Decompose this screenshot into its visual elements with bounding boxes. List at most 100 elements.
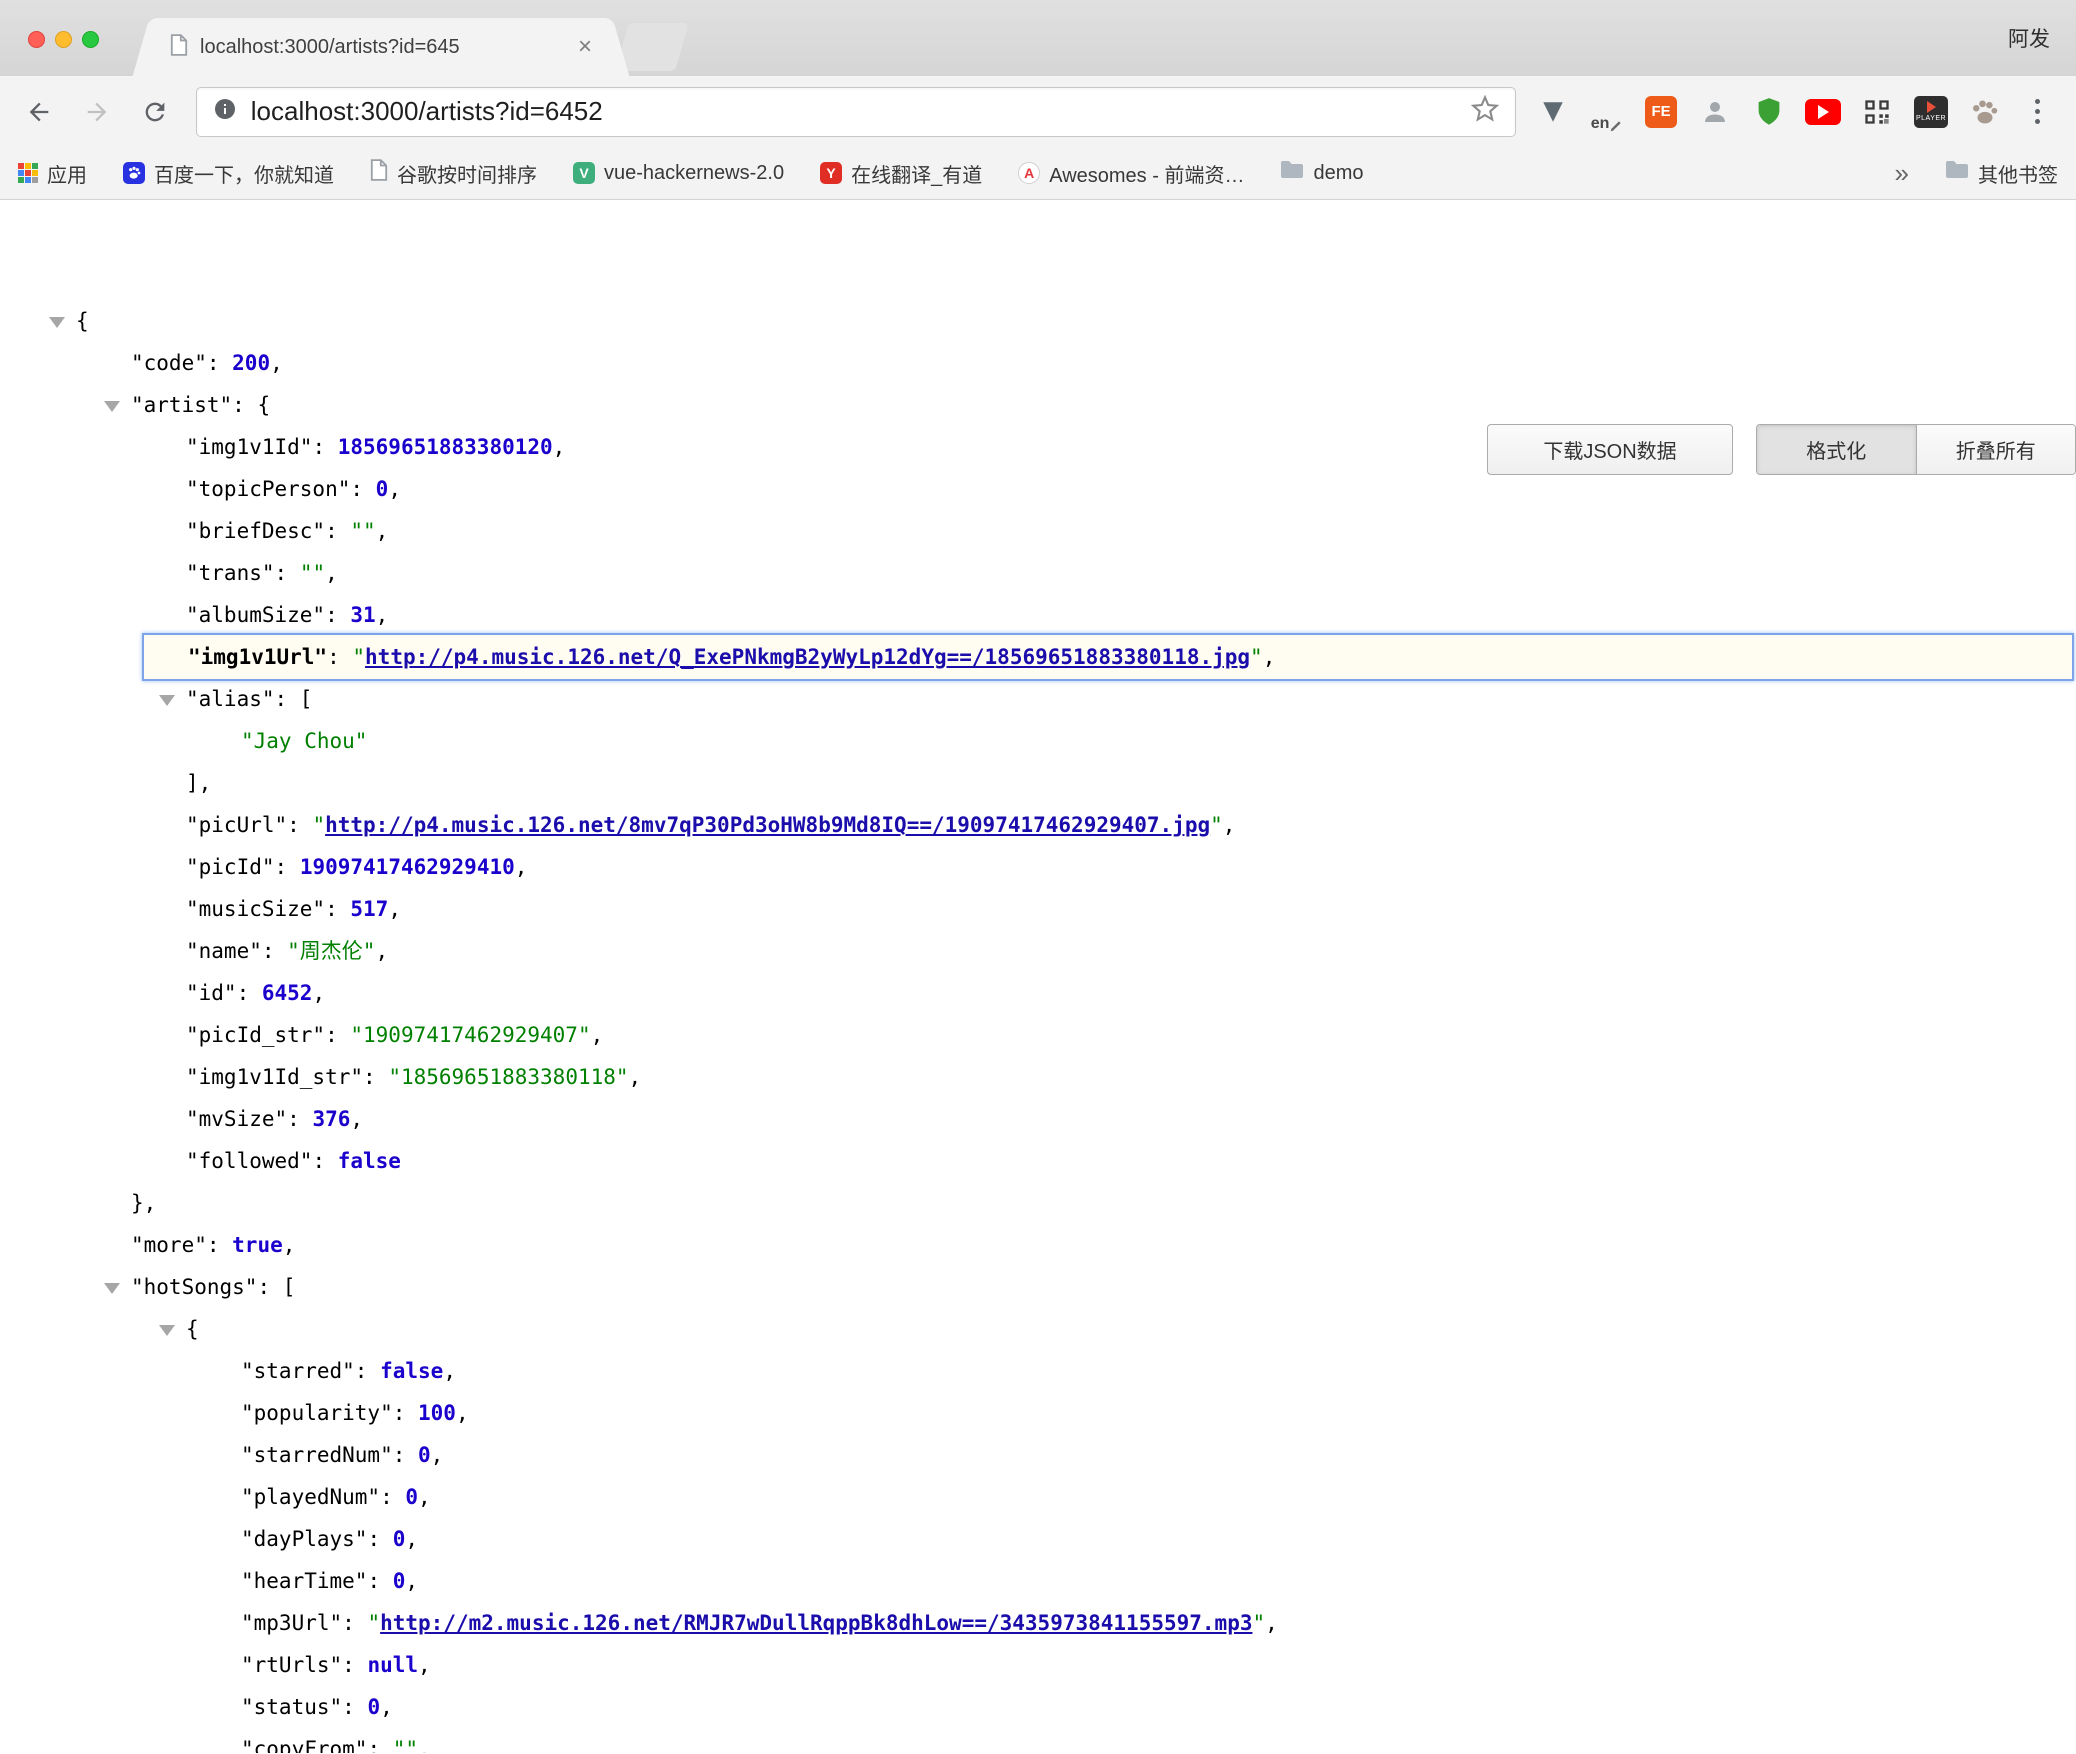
json-number: 200 [232, 351, 270, 375]
forward-button[interactable] [80, 95, 114, 129]
bookmark-label: 百度一下，你就知道 [154, 159, 334, 188]
json-line: ], [0, 762, 2076, 804]
json-line: "picUrl": "http://p4.music.126.net/8mv7q… [0, 804, 2076, 846]
fe-glyph: FE [1645, 96, 1677, 128]
json-viewer: {"code": 200,"artist": {"img1v1Id": 1856… [0, 200, 2076, 1753]
bookmark-youdao[interactable]: Y 在线翻译_有道 [820, 159, 982, 188]
json-key: "status" [241, 1695, 342, 1719]
bookmark-google-sort[interactable]: 谷歌按时间排序 [370, 159, 537, 188]
bookmark-apps[interactable]: 应用 [18, 159, 87, 188]
json-line: "rtUrls": null, [0, 1644, 2076, 1686]
collapse-toggle-icon[interactable] [159, 695, 175, 706]
qrcode-icon[interactable] [1856, 91, 1898, 133]
json-key: "code" [131, 351, 207, 375]
json-key: "picId_str" [186, 1023, 325, 1047]
vue-icon: V [573, 162, 595, 184]
json-key: "rtUrls" [241, 1653, 342, 1677]
tab-close-icon[interactable]: × [578, 35, 592, 59]
info-icon[interactable] [213, 97, 237, 126]
close-window-button[interactable] [28, 31, 45, 48]
json-line: "artist": { [0, 384, 2076, 426]
json-punct: : [ [257, 1275, 295, 1299]
json-punct: : [380, 1485, 405, 1509]
extension-icons: en FE PLAYER [1532, 91, 2006, 133]
json-number: 0 [393, 1569, 406, 1593]
collapse-toggle-icon[interactable] [104, 401, 120, 412]
json-punct: : [393, 1401, 418, 1425]
json-number: 6452 [262, 981, 313, 1005]
json-string: "Jay Chou" [241, 729, 367, 753]
json-url-link[interactable]: http://p4.music.126.net/8mv7qP30Pd3oHW8b… [325, 813, 1210, 837]
json-punct: , [283, 1233, 296, 1257]
new-tab-button[interactable] [615, 23, 689, 71]
profile-silhouette-icon[interactable] [1694, 91, 1736, 133]
json-punct: : [325, 519, 350, 543]
bookmark-demo[interactable]: demo [1280, 160, 1363, 186]
json-punct: , [376, 519, 389, 543]
json-punct: , [388, 477, 401, 501]
json-key: "picUrl" [186, 813, 287, 837]
bookmark-awesomes[interactable]: A Awesomes - 前端资… [1018, 159, 1244, 188]
bookmarks-overflow-icon[interactable]: » [1895, 158, 1909, 189]
url-text[interactable]: localhost:3000/artists?id=6452 [251, 96, 1471, 127]
json-string: "" [350, 519, 375, 543]
json-line: "followed": false [0, 1140, 2076, 1182]
fe-icon[interactable]: FE [1640, 91, 1682, 133]
json-number: 100 [418, 1401, 456, 1425]
json-line: "status": 0, [0, 1686, 2076, 1728]
json-punct: : [363, 1065, 388, 1089]
back-button[interactable] [22, 95, 56, 129]
other-bookmarks[interactable]: 其他书签 [1945, 159, 2058, 188]
json-line: "starred": false, [0, 1350, 2076, 1392]
json-url-link[interactable]: http://m2.music.126.net/RMJR7wDullRqppBk… [380, 1611, 1252, 1635]
json-punct: : [350, 477, 375, 501]
json-key: "starred" [241, 1359, 355, 1383]
vimium-icon[interactable] [1532, 91, 1574, 133]
bookmark-baidu[interactable]: 百度一下，你就知道 [123, 159, 334, 188]
fullscreen-window-button[interactable] [82, 31, 99, 48]
shield-icon[interactable] [1748, 91, 1790, 133]
json-key: "picId" [186, 855, 275, 879]
json-line: "name": "周杰伦", [0, 930, 2076, 972]
json-url-link[interactable]: http://p4.music.126.net/Q_ExePNkmgB2yWyL… [365, 645, 1250, 669]
json-punct: : [312, 435, 337, 459]
json-punct: { [76, 309, 89, 333]
paw-icon[interactable] [1964, 91, 2006, 133]
bookmark-star-icon[interactable] [1471, 95, 1499, 128]
json-punct: , [629, 1065, 642, 1089]
reload-button[interactable] [138, 95, 172, 129]
bookmark-vue-hackernews[interactable]: V vue-hackernews-2.0 [573, 162, 784, 185]
json-key: "mp3Url" [241, 1611, 342, 1635]
translate-icon[interactable]: en [1586, 91, 1628, 133]
json-key: "followed" [186, 1149, 312, 1173]
json-line: "img1v1Id_str": "18569651883380118", [0, 1056, 2076, 1098]
page-icon [170, 34, 188, 61]
json-string: "周杰伦" [287, 939, 375, 963]
json-punct: , [375, 939, 388, 963]
player-icon[interactable]: PLAYER [1910, 91, 1952, 133]
json-punct: , [405, 1569, 418, 1593]
youtube-icon[interactable] [1802, 91, 1844, 133]
json-punct: , [1265, 1611, 1278, 1635]
titlebar: localhost:3000/artists?id=645 × 阿发 [0, 0, 2076, 76]
json-punct: , [443, 1359, 456, 1383]
json-punct: : [287, 813, 312, 837]
profile-name[interactable]: 阿发 [2008, 23, 2050, 53]
json-punct: : [325, 1023, 350, 1047]
bookmark-label: 在线翻译_有道 [851, 159, 982, 188]
address-bar[interactable]: localhost:3000/artists?id=6452 [196, 87, 1516, 137]
json-punct: : [275, 561, 300, 585]
browser-tab[interactable]: localhost:3000/artists?id=645 × [154, 18, 608, 76]
minimize-window-button[interactable] [55, 31, 72, 48]
json-line: "more": true, [0, 1224, 2076, 1266]
collapse-toggle-icon[interactable] [159, 1325, 175, 1336]
collapse-toggle-icon[interactable] [49, 317, 65, 328]
json-line: "picId": 19097417462929410, [0, 846, 2076, 888]
json-literal: false [380, 1359, 443, 1383]
collapse-toggle-icon[interactable] [104, 1283, 120, 1294]
json-punct: : [355, 1359, 380, 1383]
json-string: "" [300, 561, 325, 585]
browser-menu-icon[interactable] [2020, 93, 2054, 131]
json-punct: , [270, 351, 283, 375]
traffic-lights [28, 31, 99, 48]
